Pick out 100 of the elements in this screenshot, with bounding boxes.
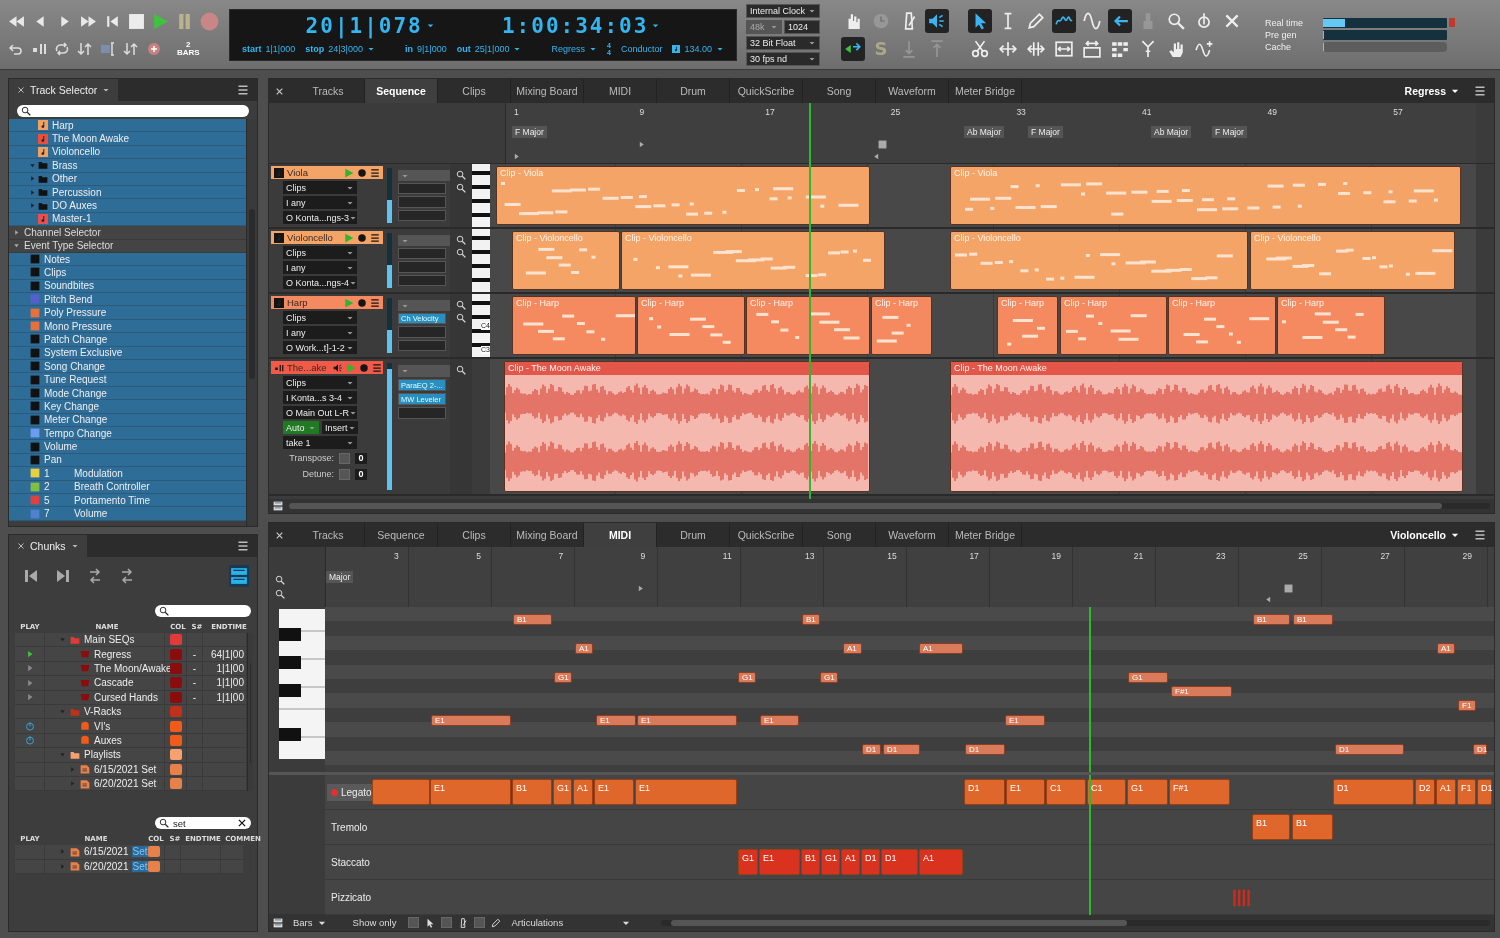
track-menu[interactable]: Violoncello — [1384, 529, 1466, 541]
articulation-note[interactable]: D1 — [1477, 779, 1492, 805]
chunk-name[interactable]: V-Racks — [84, 706, 122, 718]
tree-item[interactable]: Patch Change — [9, 333, 246, 347]
loop-icon[interactable] — [54, 41, 70, 57]
color-swatch[interactable] — [169, 749, 182, 761]
zoom-icon[interactable] — [456, 248, 466, 258]
midi-note[interactable]: A1 — [575, 642, 593, 654]
tree-item[interactable]: Song Change — [9, 360, 246, 374]
empty-slot[interactable] — [398, 183, 446, 195]
tab[interactable]: MIDI — [584, 523, 657, 547]
power-icon[interactable] — [24, 721, 35, 732]
menu-icon[interactable] — [370, 167, 380, 178]
sample-rate-field[interactable]: 48k — [746, 19, 782, 34]
layout-icon[interactable] — [229, 565, 249, 587]
marker-icon[interactable] — [1264, 595, 1273, 604]
clear-icon[interactable] — [237, 818, 247, 829]
articulation-note[interactable]: E1 — [759, 849, 800, 875]
close-icon[interactable] — [275, 530, 284, 540]
zoom-icon[interactable] — [275, 589, 285, 599]
midi-note[interactable]: E1 — [431, 714, 511, 726]
tree-item[interactable]: Harp — [9, 119, 246, 133]
marker-icon[interactable] — [1284, 584, 1293, 593]
bit-depth-dropdown[interactable]: 32 Bit Float — [746, 35, 820, 50]
close-icon[interactable] — [17, 86, 25, 94]
color-swatch[interactable] — [169, 778, 182, 790]
midi-note[interactable]: B1 — [802, 614, 820, 625]
tree-item[interactable]: DO Auxes — [9, 199, 246, 213]
search-field[interactable]: set — [155, 817, 251, 830]
arrows-icon[interactable] — [77, 41, 93, 57]
output-dropdown[interactable]: O Work...t]-1-2 — [283, 341, 357, 354]
midi-note[interactable]: D1 — [883, 743, 920, 755]
midi-note[interactable]: D1 — [965, 743, 1005, 755]
squiggle-icon[interactable] — [1052, 8, 1076, 33]
menu-icon[interactable] — [370, 232, 380, 243]
marker-icon[interactable] — [637, 140, 646, 149]
track-name-bar[interactable]: Violoncello — [271, 231, 383, 244]
marker-icon[interactable] — [872, 152, 881, 161]
track-name-bar[interactable]: The...ake — [271, 361, 383, 374]
view-dropdown[interactable]: Clips — [283, 311, 357, 324]
color-swatch[interactable] — [169, 706, 182, 718]
speaker-icon[interactable] — [332, 362, 343, 373]
midi-note[interactable]: G1 — [1128, 671, 1168, 683]
speaker-icon[interactable] — [925, 8, 949, 33]
midi-note[interactable]: B1 — [513, 614, 552, 625]
tree-item[interactable]: Tune Request — [9, 373, 246, 387]
unit-dropdown[interactable]: Bars — [289, 917, 331, 928]
checkbox[interactable] — [339, 452, 350, 464]
undo-icon[interactable] — [8, 41, 24, 57]
chunk-name[interactable]: Auxes — [94, 734, 122, 746]
view-dropdown[interactable]: Clips — [283, 246, 357, 259]
midi-note[interactable]: E1 — [1005, 714, 1045, 726]
number-field[interactable]: 0 — [355, 468, 367, 480]
zoom-icon[interactable] — [456, 313, 466, 323]
caret-icon[interactable] — [425, 21, 435, 30]
articulation-note[interactable] — [372, 779, 430, 805]
articulation-note[interactable]: D1 — [1333, 779, 1414, 805]
articulation-note[interactable]: C1 — [1087, 779, 1126, 805]
midi-note[interactable]: E1 — [760, 714, 799, 726]
scrollbar-thumb[interactable] — [289, 503, 1442, 509]
tree-item[interactable]: Pitch Bend — [9, 293, 246, 307]
menu-icon[interactable] — [1474, 529, 1486, 541]
clip[interactable]: Clip - The Moon Awake — [504, 361, 870, 492]
clock-source-dropdown[interactable]: Internal Clock — [746, 3, 820, 18]
go-to-start-icon[interactable] — [104, 13, 121, 30]
chunk-menu[interactable]: Regress — [1398, 85, 1466, 97]
midi-note[interactable]: G1 — [554, 671, 572, 683]
empty-slot[interactable] — [398, 209, 446, 221]
counter-value[interactable]: 9|1|000 — [417, 43, 447, 54]
midi-note[interactable]: G1 — [820, 671, 838, 683]
articulation-note[interactable]: E1 — [1006, 779, 1045, 805]
chunk-name[interactable]: Cursed Hands — [94, 691, 158, 703]
tree-item[interactable]: Key Change — [9, 400, 246, 414]
automation-dropdown[interactable]: Auto — [283, 421, 319, 434]
color-swatch[interactable] — [169, 648, 182, 660]
empty-slot[interactable] — [398, 261, 446, 273]
tab[interactable]: Sequence — [365, 79, 438, 103]
color-swatch[interactable] — [169, 734, 182, 746]
zoom-icon[interactable] — [456, 365, 466, 375]
next-icon[interactable] — [55, 568, 71, 584]
record-enable-icon[interactable] — [357, 232, 367, 243]
tree-item[interactable]: Volume — [9, 440, 246, 454]
chunk-name[interactable]: 6/15/2021 — [84, 846, 129, 858]
tree-item[interactable]: Poly Pressure — [9, 306, 246, 320]
scrollbar-thumb[interactable] — [671, 919, 1128, 926]
menu-icon[interactable] — [1474, 85, 1486, 97]
midi-note[interactable]: D1 — [862, 743, 881, 755]
output-dropdown[interactable]: O Main Out L-R — [283, 406, 357, 419]
search-field[interactable] — [17, 105, 249, 117]
chunk-menu[interactable]: Regress — [551, 43, 586, 54]
chunk-name[interactable]: Regress — [94, 648, 132, 660]
input-dropdown[interactable]: I Konta...s 3-4 — [283, 391, 357, 404]
rewind-icon[interactable] — [8, 13, 25, 30]
zoom-icon[interactable] — [456, 235, 466, 245]
articulation-note[interactable]: A1 — [1436, 779, 1456, 805]
midi-note[interactable]: D1 — [1335, 743, 1404, 755]
take-dropdown[interactable]: take 1 — [283, 436, 357, 449]
articulation-note[interactable]: G1 — [738, 849, 758, 875]
swap-icon[interactable] — [119, 568, 135, 584]
menu-icon[interactable] — [371, 362, 382, 373]
